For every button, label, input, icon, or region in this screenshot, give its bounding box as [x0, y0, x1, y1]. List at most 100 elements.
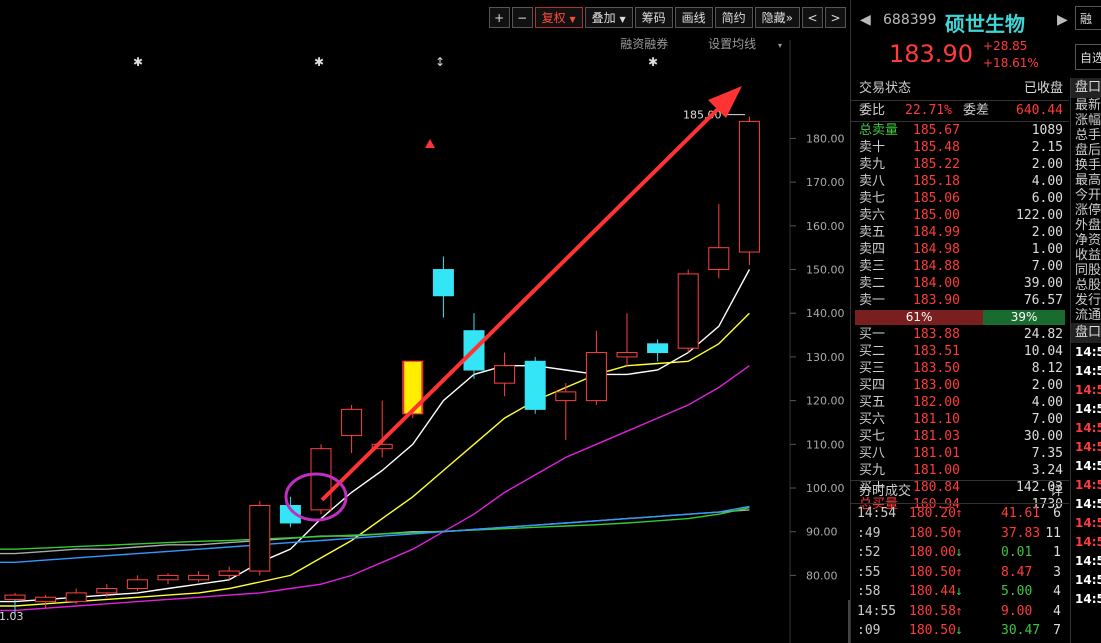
low-price-label: 71.03 [0, 610, 24, 623]
y-tick-label: 150.00 [806, 264, 845, 277]
order-book-row[interactable]: 卖五 184.99 2.00 [851, 224, 1069, 241]
ma-settings-dropdown[interactable]: 设置均线 ▾ [690, 37, 782, 51]
tick-price: 180.20 [909, 506, 956, 521]
level-volume: 39.00 [1023, 276, 1063, 291]
level-volume: 2.00 [1031, 157, 1063, 172]
quote-panel: ◀ 688399 硕世生物 ▶ 183.90 +28.85 +18.61% 融 … [850, 0, 1101, 643]
tick-time-short: 14:5 [1075, 459, 1101, 473]
commission-diff-value: 640.44 [1016, 103, 1063, 118]
quote-field-label: 换手 [1075, 158, 1101, 173]
y-tick-label: 80.00 [806, 569, 838, 582]
arrow-down-icon: ↓ [955, 584, 963, 599]
order-book-row[interactable]: 买四 183.00 2.00 [851, 377, 1069, 394]
margin-trading-link[interactable]: 融资融券 [620, 37, 668, 51]
tick-detail-button[interactable]: 详 [1050, 481, 1063, 503]
tick-time-short: 14:5 [1075, 516, 1101, 530]
kline-chart-panel[interactable]: ........................... 180.00170.00… [0, 0, 850, 643]
order-book-row[interactable]: 卖七 185.06 6.00 [851, 190, 1069, 207]
prev-stock-icon[interactable]: ◀ [860, 12, 871, 28]
candle-body [432, 269, 454, 297]
order-book-row[interactable]: 买三 183.50 8.12 [851, 360, 1069, 377]
candle-body [126, 579, 148, 590]
margin-button[interactable]: 融 [1075, 6, 1101, 30]
hide-panel-button[interactable]: 隐藏» [754, 7, 800, 28]
level-price: 183.90 [913, 293, 960, 308]
tick-time-short: 14:5 [1075, 497, 1101, 511]
event-marker-icon: ✱ [648, 55, 658, 69]
order-book-row[interactable]: 卖二 184.00 39.00 [851, 275, 1069, 292]
level-label: 买九 [859, 463, 886, 478]
zoom-in-button[interactable]: + [488, 7, 510, 28]
candle-body [647, 343, 669, 354]
order-book-row[interactable]: 卖八 185.18 4.00 [851, 173, 1069, 190]
level-price: 183.88 [913, 327, 960, 342]
stock-name: 硕世生物 [945, 12, 1025, 36]
order-book-row[interactable]: 卖一 183.90 76.57 [851, 292, 1069, 309]
tick-time: :58 [857, 584, 881, 599]
arrow-up-icon: ↑ [955, 506, 963, 521]
handicap-header-2[interactable]: 盘口 [1071, 323, 1101, 343]
y-tick-label: 180.00 [806, 132, 845, 145]
tick-volume: 41.61 [1001, 506, 1041, 521]
simple-mode-button[interactable]: 简约 [714, 7, 753, 28]
tick-row: :58 180.44 ↓ 5.00 4 [851, 582, 1069, 601]
handicap-header[interactable]: 盘口 [1071, 78, 1101, 98]
tick-row: :52 180.00 ↓ 0.01 1 [851, 543, 1069, 562]
level-volume: 4.00 [1031, 174, 1063, 189]
order-book-row[interactable]: 卖九 185.22 2.00 [851, 156, 1069, 173]
order-book-row[interactable]: 买五 182.00 4.00 [851, 394, 1069, 411]
trade-status-label: 交易状态 [859, 81, 912, 96]
candle-body [218, 570, 240, 576]
tick-count: 4 [1053, 584, 1061, 599]
tick-time-short: 14:5 [1075, 573, 1101, 587]
order-book-row[interactable]: 卖六 185.00 122.00 [851, 207, 1069, 224]
stock-header: ◀ 688399 硕世生物 ▶ 183.90 +28.85 +18.61% [851, 0, 1071, 78]
order-book-row[interactable]: 卖三 184.88 7.00 [851, 258, 1069, 275]
scroll-left-button[interactable]: < [802, 7, 823, 28]
tick-volume: 8.47 [1001, 564, 1033, 580]
level-label: 买二 [859, 344, 886, 359]
order-book-row[interactable]: 卖十 185.48 2.15 [851, 139, 1069, 156]
quote-field-label: 净资 [1075, 233, 1101, 248]
chip-distribution-button[interactable]: 筹码 [634, 7, 673, 28]
tick-time: :09 [857, 623, 881, 638]
total-sell-row: 总卖量 185.67 1089 [851, 122, 1069, 139]
order-book-row[interactable]: 买八 181.01 7.35 [851, 445, 1069, 462]
candle-body [310, 448, 332, 511]
chevron-down-icon: ▾ [777, 41, 782, 50]
order-book-row[interactable]: 卖四 184.98 1.00 [851, 241, 1069, 258]
ma-line-ma20 [0, 365, 750, 612]
order-book-row[interactable]: 买七 181.03 30.00 [851, 428, 1069, 445]
order-book-row[interactable]: 买九 181.00 3.24 [851, 462, 1069, 479]
tick-price: 180.00 [909, 545, 956, 560]
tick-time: :49 [857, 525, 881, 541]
quote-field-label: 盘后 [1075, 143, 1101, 158]
buy-sell-ratio-bar: 61% 39% [851, 310, 1069, 325]
tick-count: 1 [1053, 545, 1061, 560]
adjust-rights-label: 复权 [541, 11, 566, 25]
overlay-dropdown[interactable]: 叠加 ▼ [584, 7, 633, 28]
zoom-out-button[interactable]: − [511, 7, 533, 28]
event-marker-icon: ✱ [314, 55, 324, 69]
order-book-row[interactable]: 买二 183.51 10.04 [851, 343, 1069, 360]
quote-field-label: 最高 [1075, 173, 1101, 188]
order-book-row[interactable]: 买一 183.88 24.82 [851, 326, 1069, 343]
level-volume: 8.12 [1031, 361, 1063, 376]
arrow-up-icon: ↑ [955, 525, 963, 541]
next-stock-icon[interactable]: ▶ [1057, 12, 1068, 28]
ma-line-ma60 [0, 509, 750, 555]
tick-time: 14:55 [857, 603, 897, 619]
add-watchlist-button[interactable]: 自选 [1075, 44, 1101, 70]
scroll-right-button[interactable]: > [825, 7, 846, 28]
quote-field-label: 同股 [1075, 263, 1101, 278]
order-book-row[interactable]: 买六 181.10 7.00 [851, 411, 1069, 428]
ma-line-ma5 [0, 269, 751, 603]
candlestick-chart[interactable]: 180.00 170.00 160.00 150.00 140.00 130.00 120.… [0, 0, 850, 643]
buy-ratio: 61% [855, 310, 984, 325]
level-price: 184.00 [913, 276, 960, 291]
adjust-rights-dropdown[interactable]: 复权 ▼ [534, 7, 583, 28]
tick-row: :49 180.50 ↑ 37.83 11 [851, 524, 1069, 543]
y-tick-label: 160.00 [806, 220, 845, 233]
draw-line-button[interactable]: 画线 [674, 7, 713, 28]
tick-count: 11 [1045, 525, 1061, 541]
